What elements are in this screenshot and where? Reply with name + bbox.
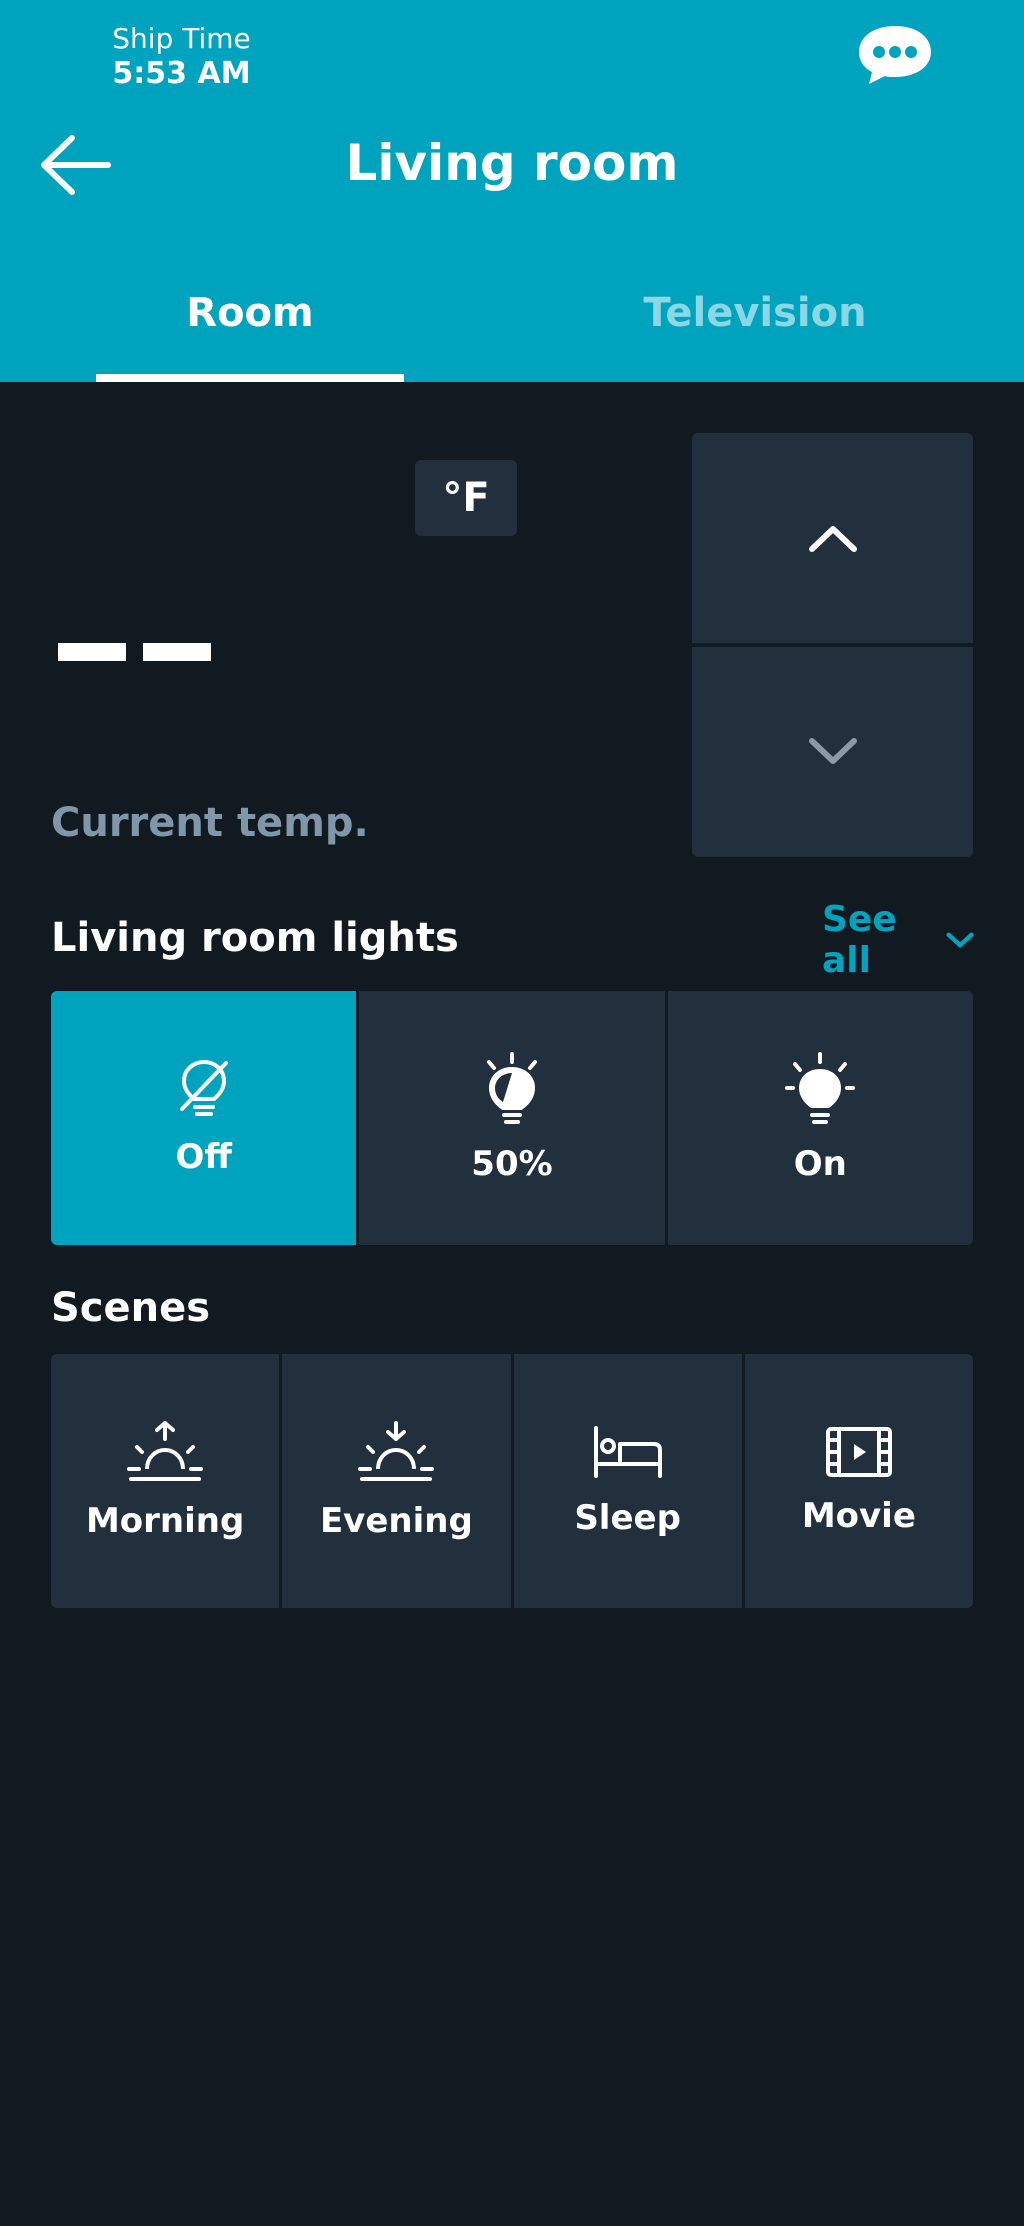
scene-sleep-label: Sleep <box>574 1498 681 1538</box>
scenes-group: Morning Evening Sleep Movie <box>51 1354 973 1608</box>
light-off-icon <box>179 1059 228 1116</box>
bed-icon <box>593 1426 662 1478</box>
page-title: Living room <box>345 134 679 192</box>
light-on-label: On <box>793 1144 847 1184</box>
see-all-label: See all <box>822 899 897 981</box>
scene-movie-label: Movie <box>801 1496 916 1536</box>
chevron-down-icon <box>946 932 974 948</box>
sunset-icon <box>358 1421 435 1481</box>
light-off-label: Off <box>175 1137 232 1177</box>
lights-control-group: Off 50% On <box>51 991 973 1245</box>
sunrise-icon <box>127 1421 204 1481</box>
scene-evening-label: Evening <box>319 1501 473 1541</box>
temperature-down-button[interactable] <box>692 647 973 857</box>
ship-time-value: 5:53 AM <box>112 56 251 91</box>
scene-evening-button[interactable]: Evening <box>282 1354 511 1608</box>
scene-movie-button[interactable]: Movie <box>744 1354 973 1608</box>
chat-button[interactable] <box>855 22 935 88</box>
light-on-icon <box>785 1052 856 1124</box>
light-on-button[interactable]: On <box>667 991 973 1245</box>
film-icon <box>825 1427 892 1477</box>
light-half-icon <box>486 1052 537 1124</box>
temperature-stepper <box>692 433 973 857</box>
scene-morning-button[interactable]: Morning <box>51 1354 280 1608</box>
chevron-up-icon <box>808 526 857 552</box>
light-half-label: 50% <box>471 1144 553 1184</box>
scene-sleep-button[interactable]: Sleep <box>513 1354 742 1608</box>
chat-bubble-icon <box>859 26 931 84</box>
temperature-up-button[interactable] <box>692 433 973 643</box>
tab-television[interactable]: Television <box>600 290 910 382</box>
scenes-section-title: Scenes <box>51 1285 211 1331</box>
light-off-button[interactable]: Off <box>51 991 357 1245</box>
ship-time-label: Ship Time <box>112 22 251 55</box>
lights-section-title: Living room lights <box>51 915 459 961</box>
light-half-button[interactable]: 50% <box>359 991 665 1245</box>
temperature-placeholder-dash <box>58 643 126 661</box>
current-temp-label: Current temp. <box>51 800 369 846</box>
see-all-button[interactable]: See all <box>822 899 974 981</box>
chevron-down-icon <box>808 738 857 764</box>
tab-room[interactable]: Room <box>96 290 404 382</box>
app-header: Ship Time 5:53 AM Living room Room Telev… <box>0 0 1024 382</box>
scene-morning-label: Morning <box>85 1501 245 1541</box>
tab-selected-indicator <box>96 374 404 382</box>
temperature-unit-toggle[interactable]: °F <box>415 460 517 536</box>
temperature-placeholder-dash <box>143 643 211 661</box>
